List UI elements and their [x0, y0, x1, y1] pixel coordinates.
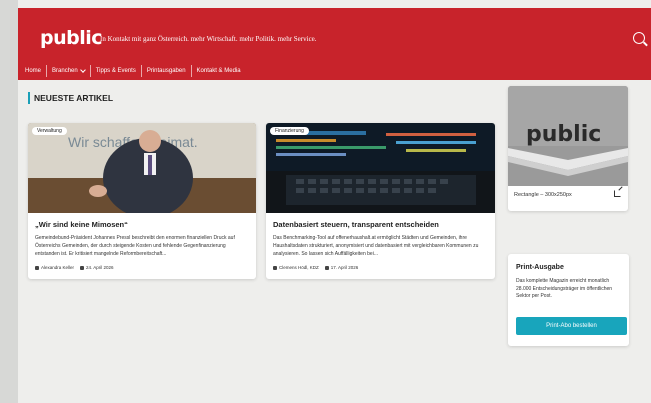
site-logo[interactable]: public	[40, 27, 103, 49]
article-image: Finanzierung	[266, 123, 495, 213]
article-title[interactable]: „Wir sind keine Mimosen“	[35, 220, 249, 229]
svg-text:public: public	[526, 122, 601, 147]
search-icon[interactable]	[633, 32, 645, 44]
user-icon	[273, 265, 277, 270]
external-link-icon[interactable]	[614, 190, 621, 197]
calendar-icon	[80, 265, 85, 270]
article-image: Wir schaffen Heimat. Verwaltung	[28, 123, 256, 213]
ad-rectangle[interactable]: public Rectangle – 300x250px	[508, 86, 628, 211]
nav-branchen[interactable]: Branchen	[47, 65, 90, 77]
section-title: NEUESTE ARTIKEL	[28, 92, 113, 104]
category-badge[interactable]: Verwaltung	[32, 127, 67, 135]
article-date: 24. April 2026	[86, 265, 114, 270]
ad-label: Rectangle – 300x250px	[514, 192, 572, 198]
print-subscribe-button[interactable]: Print-Abo bestellen	[516, 317, 627, 335]
nav-tipps-events[interactable]: Tipps & Events	[91, 65, 141, 77]
article-excerpt: Das Benchmarking-Tool auf offenerhaushal…	[273, 235, 479, 257]
ad-image: public	[508, 86, 628, 186]
article-title[interactable]: Datenbasiert steuern, transparent entsch…	[273, 220, 488, 229]
article-author: Clemens Hödl, KDZ	[279, 265, 319, 270]
article-meta: Clemens Hödl, KDZ 17. April 2026	[273, 265, 358, 270]
user-icon	[35, 265, 39, 270]
nav-printausgaben[interactable]: Printausgaben	[142, 65, 191, 77]
calendar-icon	[324, 265, 329, 270]
nav-home[interactable]: Home	[20, 65, 46, 77]
chevron-down-icon	[79, 67, 86, 73]
nav-kontakt-media[interactable]: Kontakt & Media	[192, 65, 246, 77]
article-date: 17. April 2026	[330, 265, 359, 270]
article-excerpt: Gemeindebund-Präsident Johannes Pressl b…	[35, 235, 235, 257]
print-description: Das komplette Magazin erreicht monatlich…	[516, 278, 613, 299]
print-title: Print-Ausgabe	[516, 264, 564, 271]
main-nav: Home Branchen Tipps & Events Printausgab…	[20, 64, 246, 78]
category-badge[interactable]: Finanzierung	[270, 127, 309, 135]
article-card[interactable]: Wir schaffen Heimat. Verwaltung „Wir sin…	[28, 123, 256, 279]
print-subscription-card: Print-Ausgabe Das komplette Magazin erre…	[508, 254, 629, 346]
article-author: Alexandra Keller	[41, 265, 75, 270]
article-card[interactable]: Finanzierung Datenbasiert steuern, trans…	[266, 123, 495, 279]
article-meta: Alexandra Keller 24. April 2026	[35, 265, 114, 270]
nav-branchen-label: Branchen	[52, 68, 78, 74]
site-tagline: In Kontakt mit ganz Österreich. mehr Wir…	[100, 35, 317, 43]
